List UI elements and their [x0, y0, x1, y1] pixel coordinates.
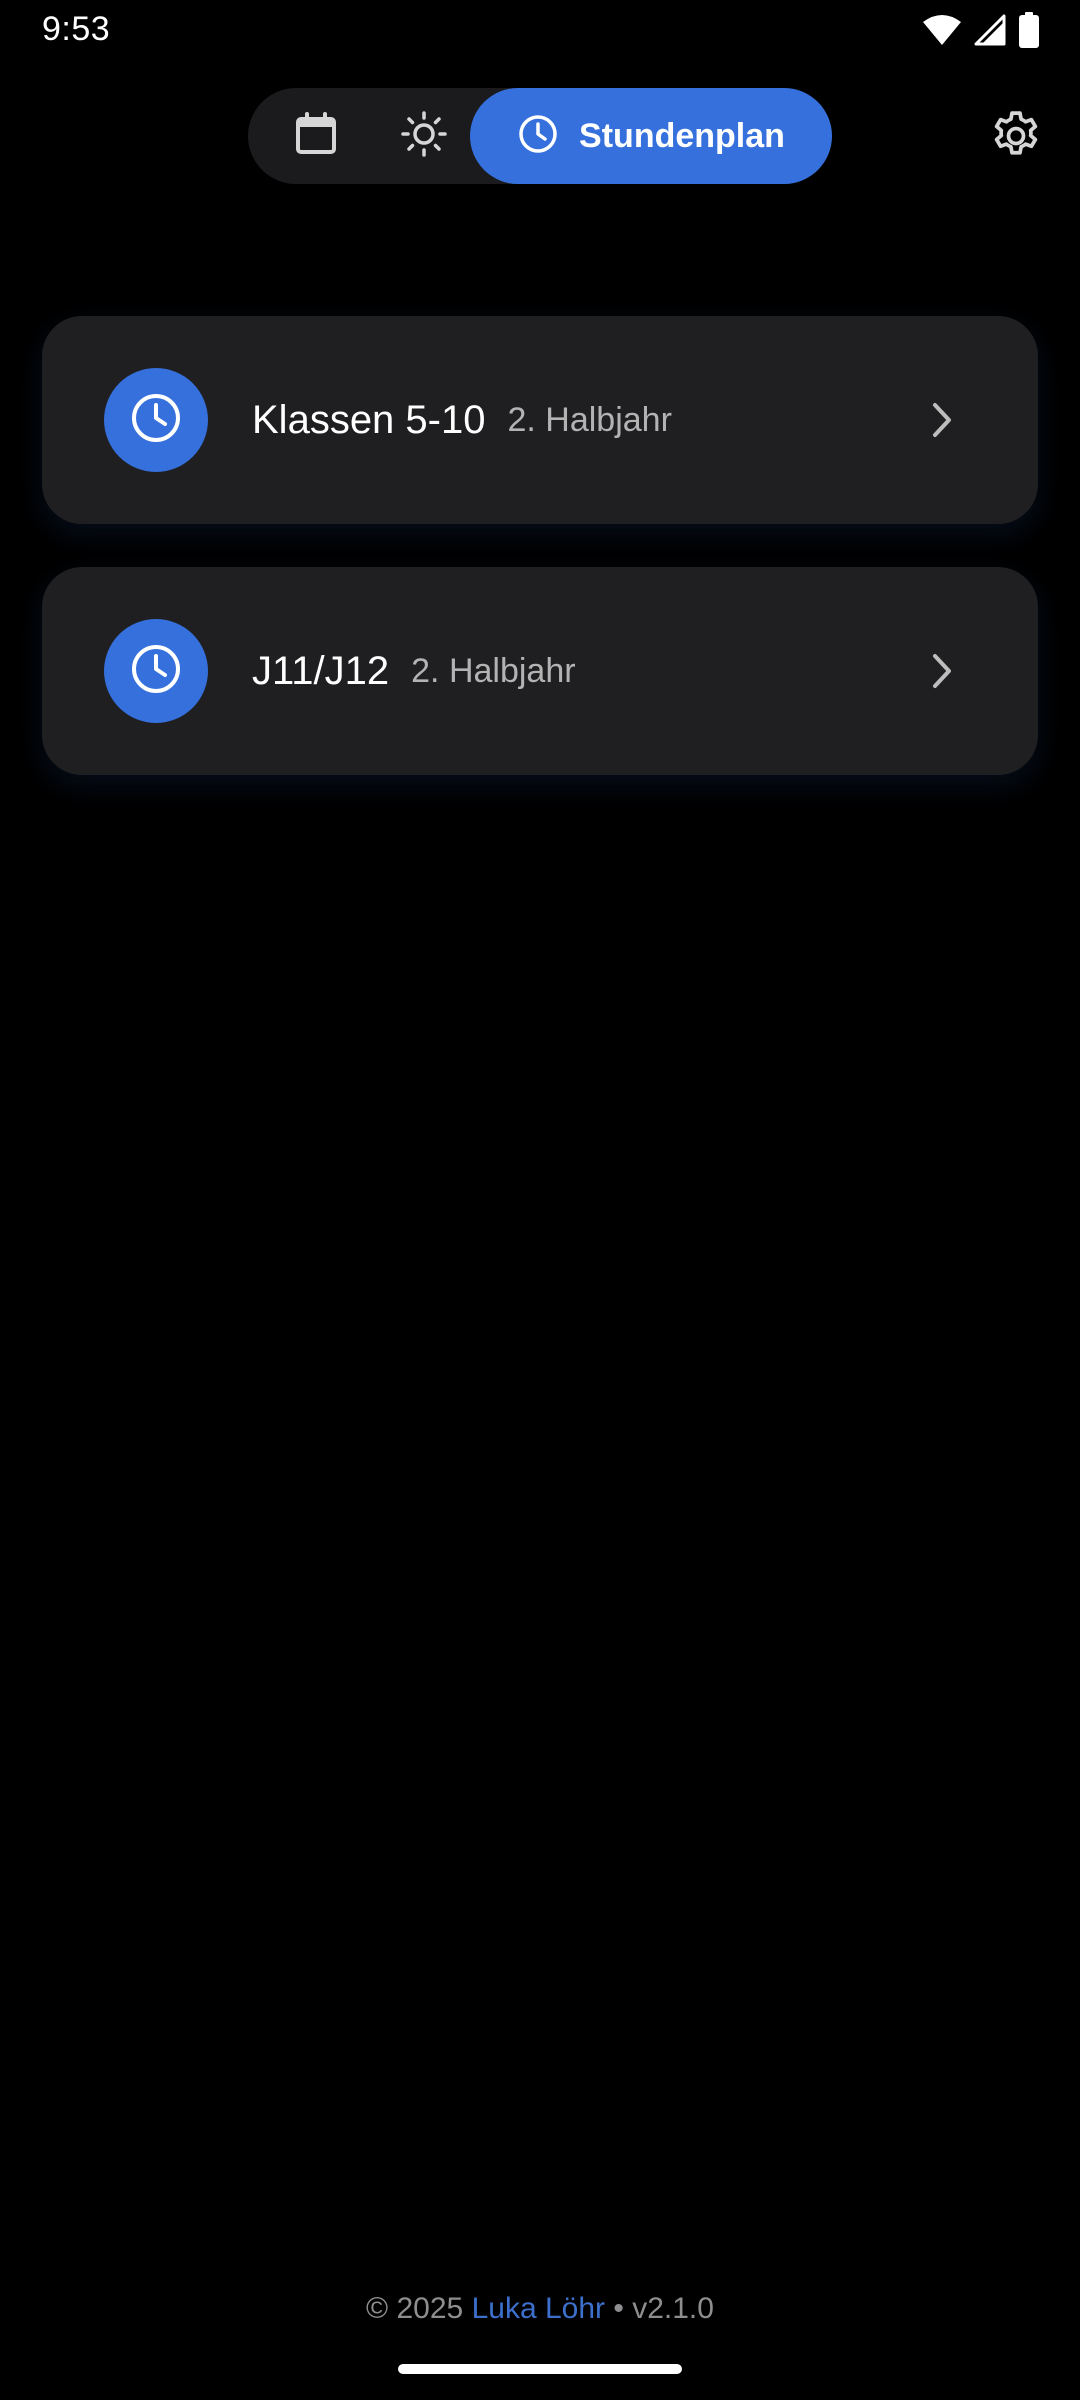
calendar-icon — [294, 111, 338, 161]
footer-version: v2.1.0 — [632, 2292, 714, 2325]
tab-calendar[interactable] — [268, 88, 364, 184]
wifi-icon — [922, 14, 962, 46]
footer-copyright: © 2025 — [366, 2292, 464, 2325]
battery-icon — [1018, 12, 1040, 48]
footer-author-link[interactable]: Luka Löhr — [472, 2292, 605, 2325]
card-title: J11/J12 — [252, 648, 390, 693]
settings-button[interactable] — [986, 108, 1046, 168]
tab-stundenplan-label: Stundenplan — [579, 116, 785, 155]
gear-icon — [988, 108, 1044, 169]
status-bar: 9:53 — [0, 0, 1080, 64]
timetable-card-j11-j12[interactable]: J11/J12 2. Halbjahr — [42, 567, 1038, 775]
clock-icon — [129, 391, 183, 450]
chevron-right-icon — [914, 643, 970, 699]
home-indicator[interactable] — [398, 2364, 682, 2374]
tab-sun[interactable] — [376, 88, 472, 184]
card-avatar — [104, 368, 208, 472]
status-time: 9:53 — [42, 10, 111, 48]
clock-icon — [129, 642, 183, 701]
card-subtitle: 2. Halbjahr — [507, 400, 672, 439]
chevron-right-icon — [914, 392, 970, 448]
card-avatar — [104, 619, 208, 723]
card-subtitle: 2. Halbjahr — [411, 651, 576, 690]
footer-separator: • — [613, 2292, 624, 2325]
card-text: J11/J12 2. Halbjahr — [252, 567, 576, 775]
view-switcher: Stundenplan — [248, 88, 832, 184]
sun-icon — [400, 110, 448, 163]
timetable-card-klassen[interactable]: Klassen 5-10 2. Halbjahr — [42, 316, 1038, 524]
card-title: Klassen 5-10 — [252, 397, 486, 442]
status-icons — [922, 12, 1040, 48]
card-text: Klassen 5-10 2. Halbjahr — [252, 316, 672, 524]
clock-icon — [517, 113, 559, 160]
cellular-signal-icon — [974, 14, 1006, 46]
footer: © 2025 Luka Löhr • v2.1.0 — [0, 2292, 1080, 2326]
tab-stundenplan[interactable]: Stundenplan — [470, 88, 832, 184]
